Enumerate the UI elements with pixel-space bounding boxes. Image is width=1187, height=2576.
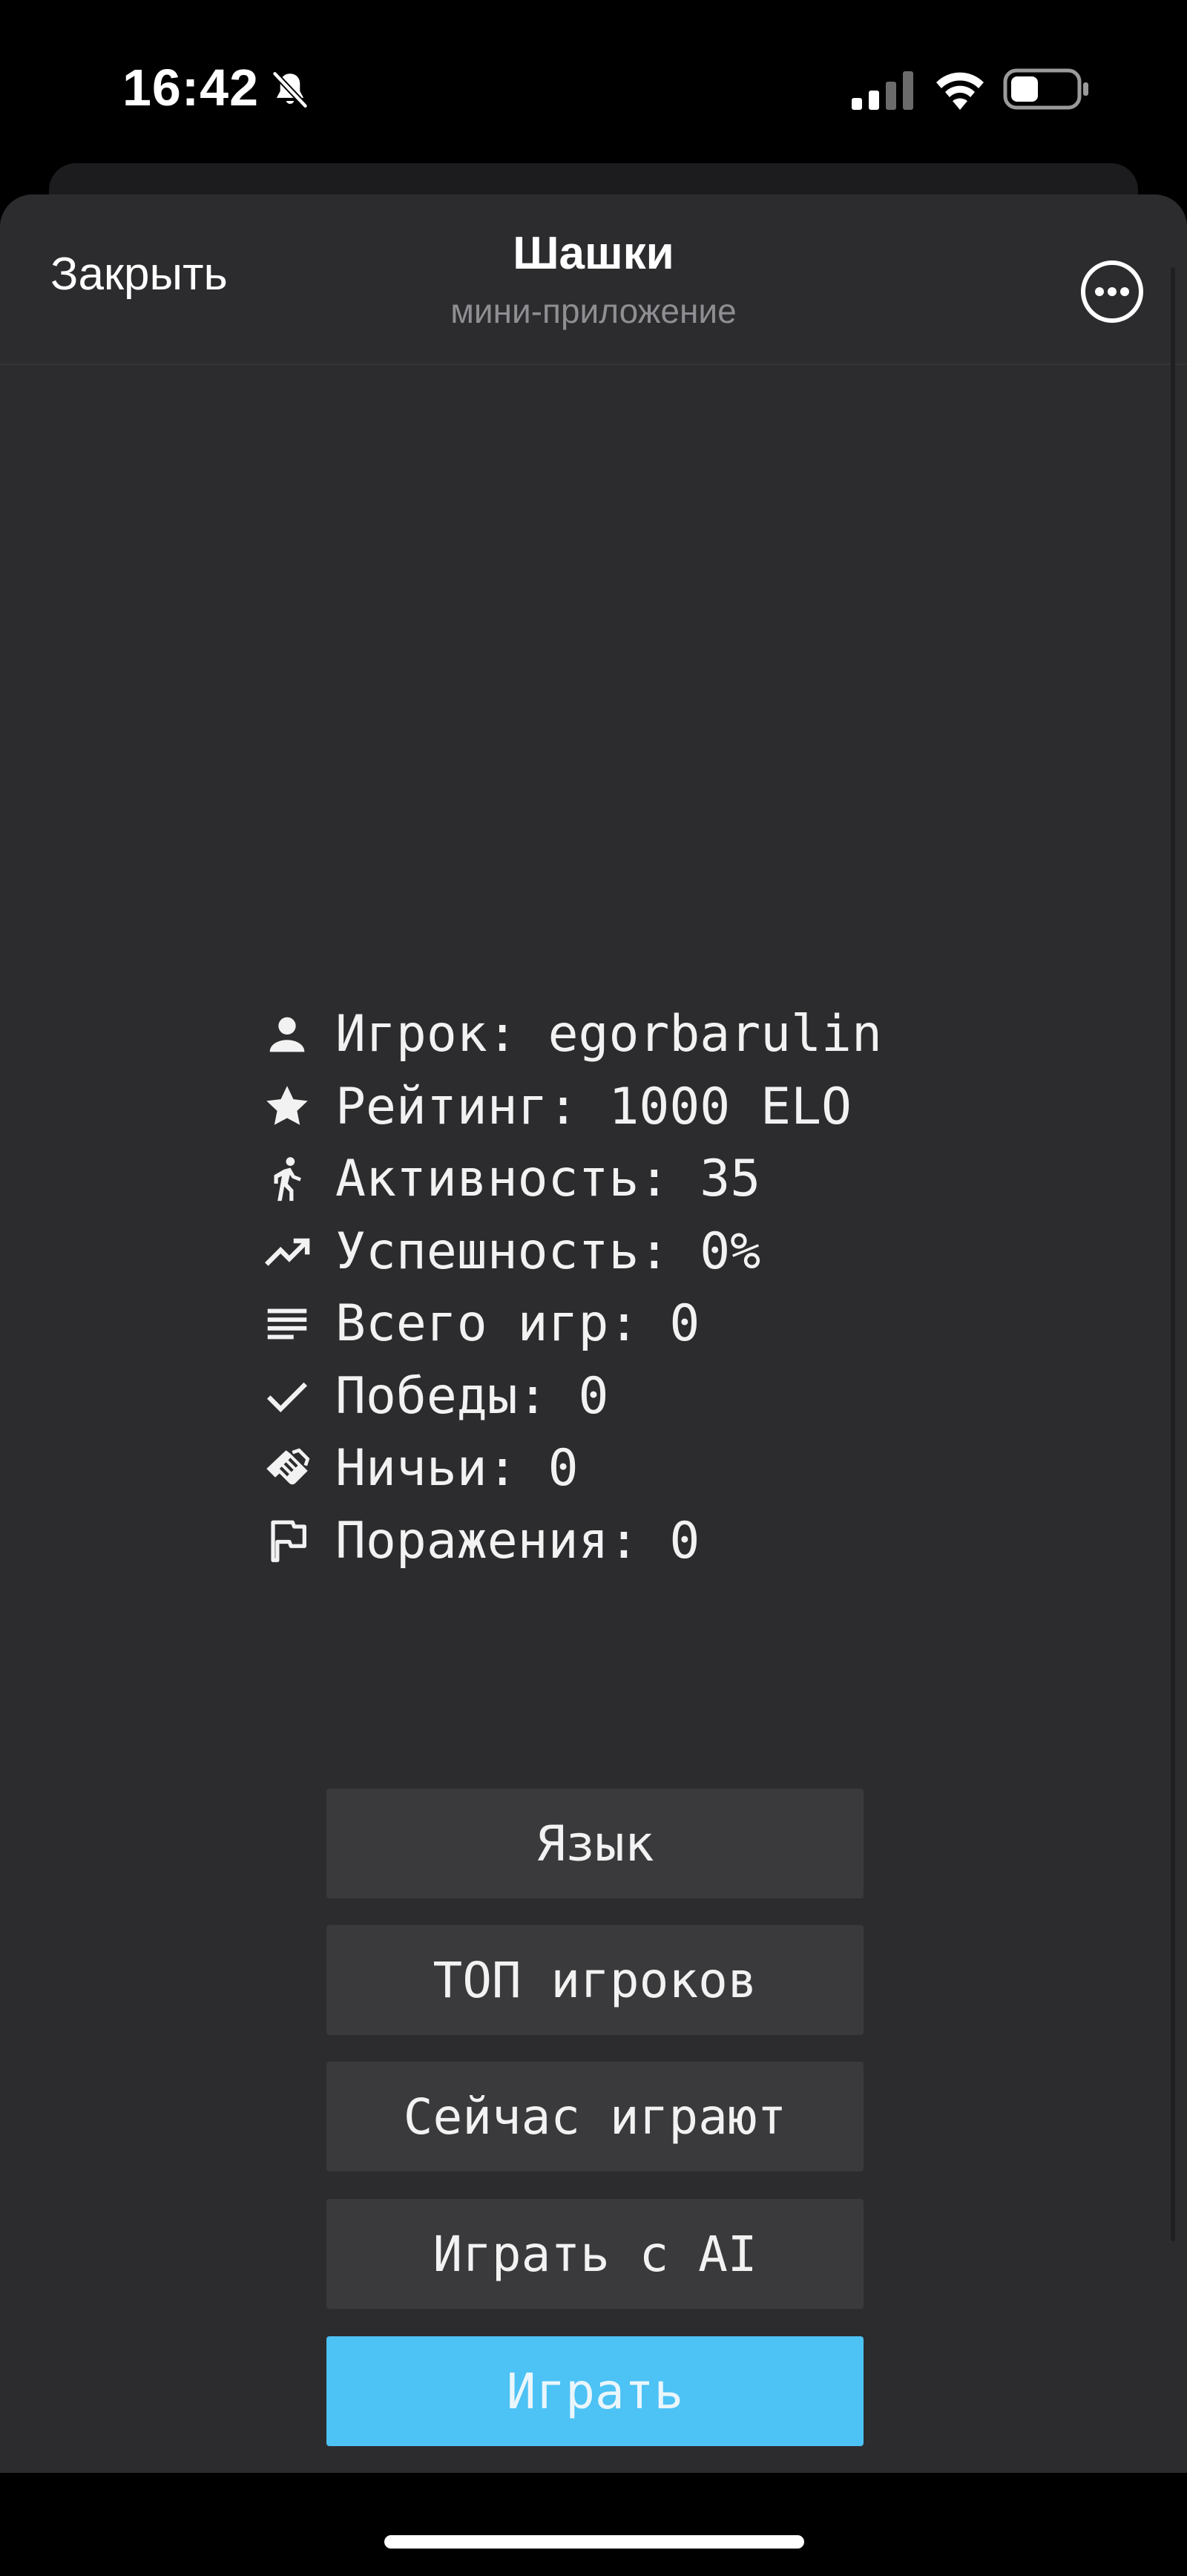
handshake-icon <box>261 1443 313 1495</box>
now-playing-button[interactable]: Сейчас играют <box>326 2062 864 2172</box>
stat-losses: Поражения: 0 <box>261 1505 1077 1578</box>
stat-success-label: Успешность: 0% <box>335 1222 761 1281</box>
stat-activity-label: Активность: 35 <box>335 1150 761 1209</box>
person-icon <box>261 1009 313 1061</box>
more-circle-icon[interactable] <box>1079 258 1145 325</box>
stat-activity: Активность: 35 <box>261 1143 1077 1216</box>
scrollbar[interactable] <box>1171 267 1175 2241</box>
app-title: Шашки <box>513 228 674 279</box>
star-icon <box>261 1081 313 1133</box>
trending-up-icon <box>261 1225 313 1277</box>
screen: 16:42 Закрыть Шашки мини-приложение Игро… <box>0 0 1187 2576</box>
stat-player-label: Игрок: egorbarulin <box>335 1005 882 1064</box>
top-players-button[interactable]: ТОП игроков <box>326 1925 864 2035</box>
stat-rating: Рейтинг: 1000 ELO <box>261 1071 1077 1144</box>
stat-rating-label: Рейтинг: 1000 ELO <box>335 1077 852 1136</box>
language-button[interactable]: Язык <box>326 1789 864 1898</box>
stat-success: Успешность: 0% <box>261 1216 1077 1288</box>
battery-icon <box>1003 68 1088 110</box>
check-icon <box>261 1370 313 1422</box>
play-ai-button[interactable]: Играть с AI <box>326 2199 864 2309</box>
home-indicator[interactable] <box>384 2535 804 2549</box>
stat-draws: Ничьи: 0 <box>261 1432 1077 1505</box>
stat-losses-label: Поражения: 0 <box>335 1511 700 1570</box>
stat-player: Игрок: egorbarulin <box>261 998 1077 1071</box>
status-bar: 16:42 <box>0 0 1187 171</box>
stat-wins-label: Победы: 0 <box>335 1366 609 1426</box>
wifi-icon <box>936 72 984 110</box>
walking-icon <box>261 1153 313 1205</box>
player-stats: Игрок: egorbarulin Рейтинг: 1000 ELO Акт… <box>261 998 1077 1577</box>
app-subtitle: мини-приложение <box>450 292 737 330</box>
list-icon <box>261 1298 313 1350</box>
status-time: 16:42 <box>122 59 260 117</box>
flag-icon <box>261 1515 313 1567</box>
stat-wins: Победы: 0 <box>261 1360 1077 1433</box>
bell-slash-icon <box>272 71 308 108</box>
stat-draws-label: Ничьи: 0 <box>335 1439 579 1498</box>
stat-total-games-label: Всего игр: 0 <box>335 1294 700 1354</box>
cellular-signal-icon <box>852 71 913 110</box>
mini-app-header: Закрыть Шашки мини-приложение <box>0 194 1187 365</box>
stat-total-games: Всего игр: 0 <box>261 1288 1077 1360</box>
play-button[interactable]: Играть <box>326 2336 864 2446</box>
